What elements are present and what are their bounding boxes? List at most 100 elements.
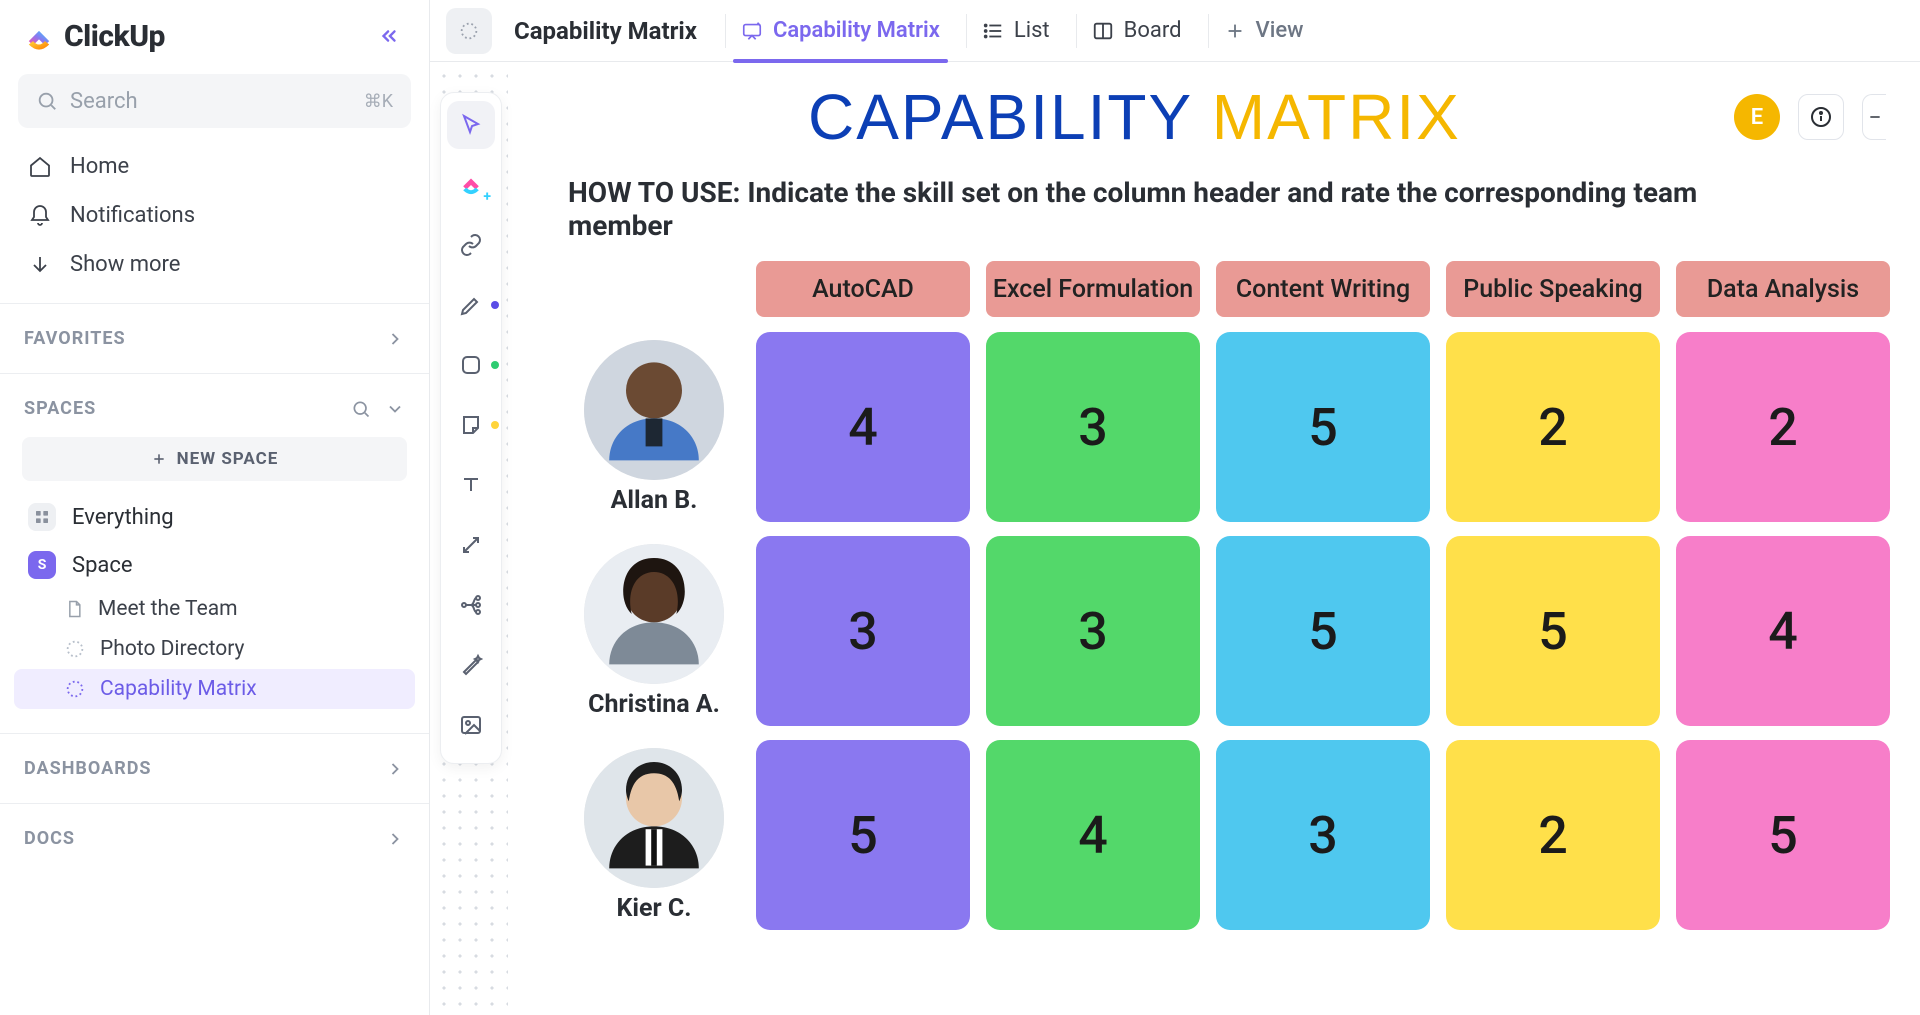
tool-clickup[interactable]: + <box>447 161 495 209</box>
nav-show-more-label: Show more <box>70 252 180 277</box>
dashed-circle-icon <box>64 638 86 660</box>
rating-cell[interactable]: 5 <box>756 740 970 930</box>
sidebar-space[interactable]: S Space <box>0 541 429 589</box>
person-cell[interactable]: Allan B. <box>568 340 740 515</box>
user-avatar[interactable]: E <box>1734 94 1780 140</box>
search-placeholder: Search <box>70 89 138 114</box>
app-name: ClickUp <box>64 19 165 54</box>
connector-icon <box>459 533 483 557</box>
rating-cell[interactable]: 4 <box>1676 536 1890 726</box>
rating-cell[interactable]: 3 <box>756 536 970 726</box>
skill-header[interactable]: Excel Formulation <box>986 261 1200 317</box>
cursor-icon <box>459 113 483 137</box>
tool-mindmap[interactable] <box>447 581 495 629</box>
tool-text[interactable] <box>447 461 495 509</box>
tab-board[interactable]: Board <box>1076 0 1198 62</box>
nav-notifications-label: Notifications <box>70 203 195 228</box>
skill-header[interactable]: Data Analysis <box>1676 261 1890 317</box>
search-input[interactable]: Search ⌘K <box>18 74 411 128</box>
tool-magic[interactable] <box>447 641 495 689</box>
person-avatar <box>584 748 724 888</box>
whiteboard-icon <box>741 20 763 42</box>
person-name: Christina A. <box>588 690 720 719</box>
sidebar: ClickUp Search ⌘K Home Notifications Sho… <box>0 0 430 1015</box>
nav-notifications[interactable]: Notifications <box>0 191 429 240</box>
link-icon <box>459 233 483 257</box>
space-badge-icon: S <box>28 551 56 579</box>
rating-cell[interactable]: 4 <box>986 740 1200 930</box>
collapse-panel-button[interactable] <box>1862 94 1886 140</box>
sidebar-item-label: Meet the Team <box>98 597 238 621</box>
sidebar-item-photo-directory[interactable]: Photo Directory <box>0 629 429 669</box>
rating-cell[interactable]: 2 <box>1446 740 1660 930</box>
whiteboard-canvas[interactable]: CAPABILITY MATRIX E HOW TO US <box>508 62 1920 1015</box>
bell-icon <box>28 204 52 228</box>
dashed-circle-icon <box>458 20 480 42</box>
sidebar-item-meet-team[interactable]: Meet the Team <box>0 589 429 629</box>
rating-cell[interactable]: 3 <box>986 332 1200 522</box>
chevron-right-icon <box>385 829 405 849</box>
breadcrumb-icon[interactable] <box>446 8 492 54</box>
info-button[interactable] <box>1798 94 1844 140</box>
rating-cell[interactable]: 3 <box>1216 740 1430 930</box>
tool-cursor[interactable] <box>447 101 495 149</box>
rating-cell[interactable]: 4 <box>756 332 970 522</box>
rating-cell[interactable]: 5 <box>1446 536 1660 726</box>
plus-badge-icon: + <box>483 189 491 205</box>
section-spaces-label: SPACES <box>24 398 96 419</box>
tool-shape[interactable] <box>447 341 495 389</box>
skill-header[interactable]: Content Writing <box>1216 261 1430 317</box>
new-space-button[interactable]: NEW SPACE <box>22 437 407 481</box>
section-favorites-label: FAVORITES <box>24 328 126 349</box>
rating-cell[interactable]: 2 <box>1676 332 1890 522</box>
tab-whiteboard[interactable]: Capability Matrix <box>725 0 956 62</box>
breadcrumb-title[interactable]: Capability Matrix <box>514 17 697 45</box>
section-docs[interactable]: DOCS <box>0 818 429 859</box>
sidebar-item-capability-matrix[interactable]: Capability Matrix <box>14 669 415 709</box>
document-icon <box>64 598 84 620</box>
clickup-mini-icon <box>458 172 484 198</box>
tool-image[interactable] <box>447 701 495 749</box>
nav-home[interactable]: Home <box>0 142 429 191</box>
topbar: Capability Matrix Capability Matrix List… <box>430 0 1920 62</box>
status-dot-icon <box>491 301 499 309</box>
sidebar-everything-label: Everything <box>72 505 174 530</box>
capability-matrix: AutoCAD Excel Formulation Content Writin… <box>568 260 1890 930</box>
tab-label: Board <box>1124 18 1182 43</box>
section-favorites[interactable]: FAVORITES <box>0 318 429 359</box>
person-cell[interactable]: Christina A. <box>568 544 740 719</box>
rating-cell[interactable]: 5 <box>1216 536 1430 726</box>
skill-header[interactable]: Public Speaking <box>1446 261 1660 317</box>
section-dashboards[interactable]: DASHBOARDS <box>0 748 429 789</box>
section-spaces[interactable]: SPACES <box>0 388 429 429</box>
app-logo[interactable]: ClickUp <box>22 19 165 54</box>
rating-cell[interactable]: 3 <box>986 536 1200 726</box>
sidebar-everything[interactable]: Everything <box>0 493 429 541</box>
skill-header[interactable]: AutoCAD <box>756 261 970 317</box>
text-icon <box>459 473 483 497</box>
search-icon[interactable] <box>351 399 371 419</box>
nav-home-label: Home <box>70 154 129 179</box>
collapse-sidebar-button[interactable] <box>371 18 407 54</box>
chevron-down-icon[interactable] <box>385 399 405 419</box>
person-name: Kier C. <box>617 894 692 923</box>
rating-cell[interactable]: 5 <box>1216 332 1430 522</box>
tab-list[interactable]: List <box>966 0 1066 62</box>
nav-show-more[interactable]: Show more <box>0 240 429 289</box>
rating-cell[interactable]: 5 <box>1676 740 1890 930</box>
sidebar-item-label: Photo Directory <box>100 637 244 661</box>
tab-add-view[interactable]: View <box>1208 0 1320 62</box>
rating-cell[interactable]: 2 <box>1446 332 1660 522</box>
tool-pen[interactable] <box>447 281 495 329</box>
plus-icon <box>1224 20 1246 42</box>
minus-icon <box>1867 109 1883 125</box>
list-icon <box>982 20 1004 42</box>
page-title: CAPABILITY MATRIX <box>808 80 1461 154</box>
tool-sticky[interactable] <box>447 401 495 449</box>
dashed-circle-icon <box>64 678 86 700</box>
status-dot-icon <box>491 421 499 429</box>
tool-connector[interactable] <box>447 521 495 569</box>
person-cell[interactable]: Kier C. <box>568 748 740 923</box>
tool-link[interactable] <box>447 221 495 269</box>
sticky-note-icon <box>459 413 483 437</box>
